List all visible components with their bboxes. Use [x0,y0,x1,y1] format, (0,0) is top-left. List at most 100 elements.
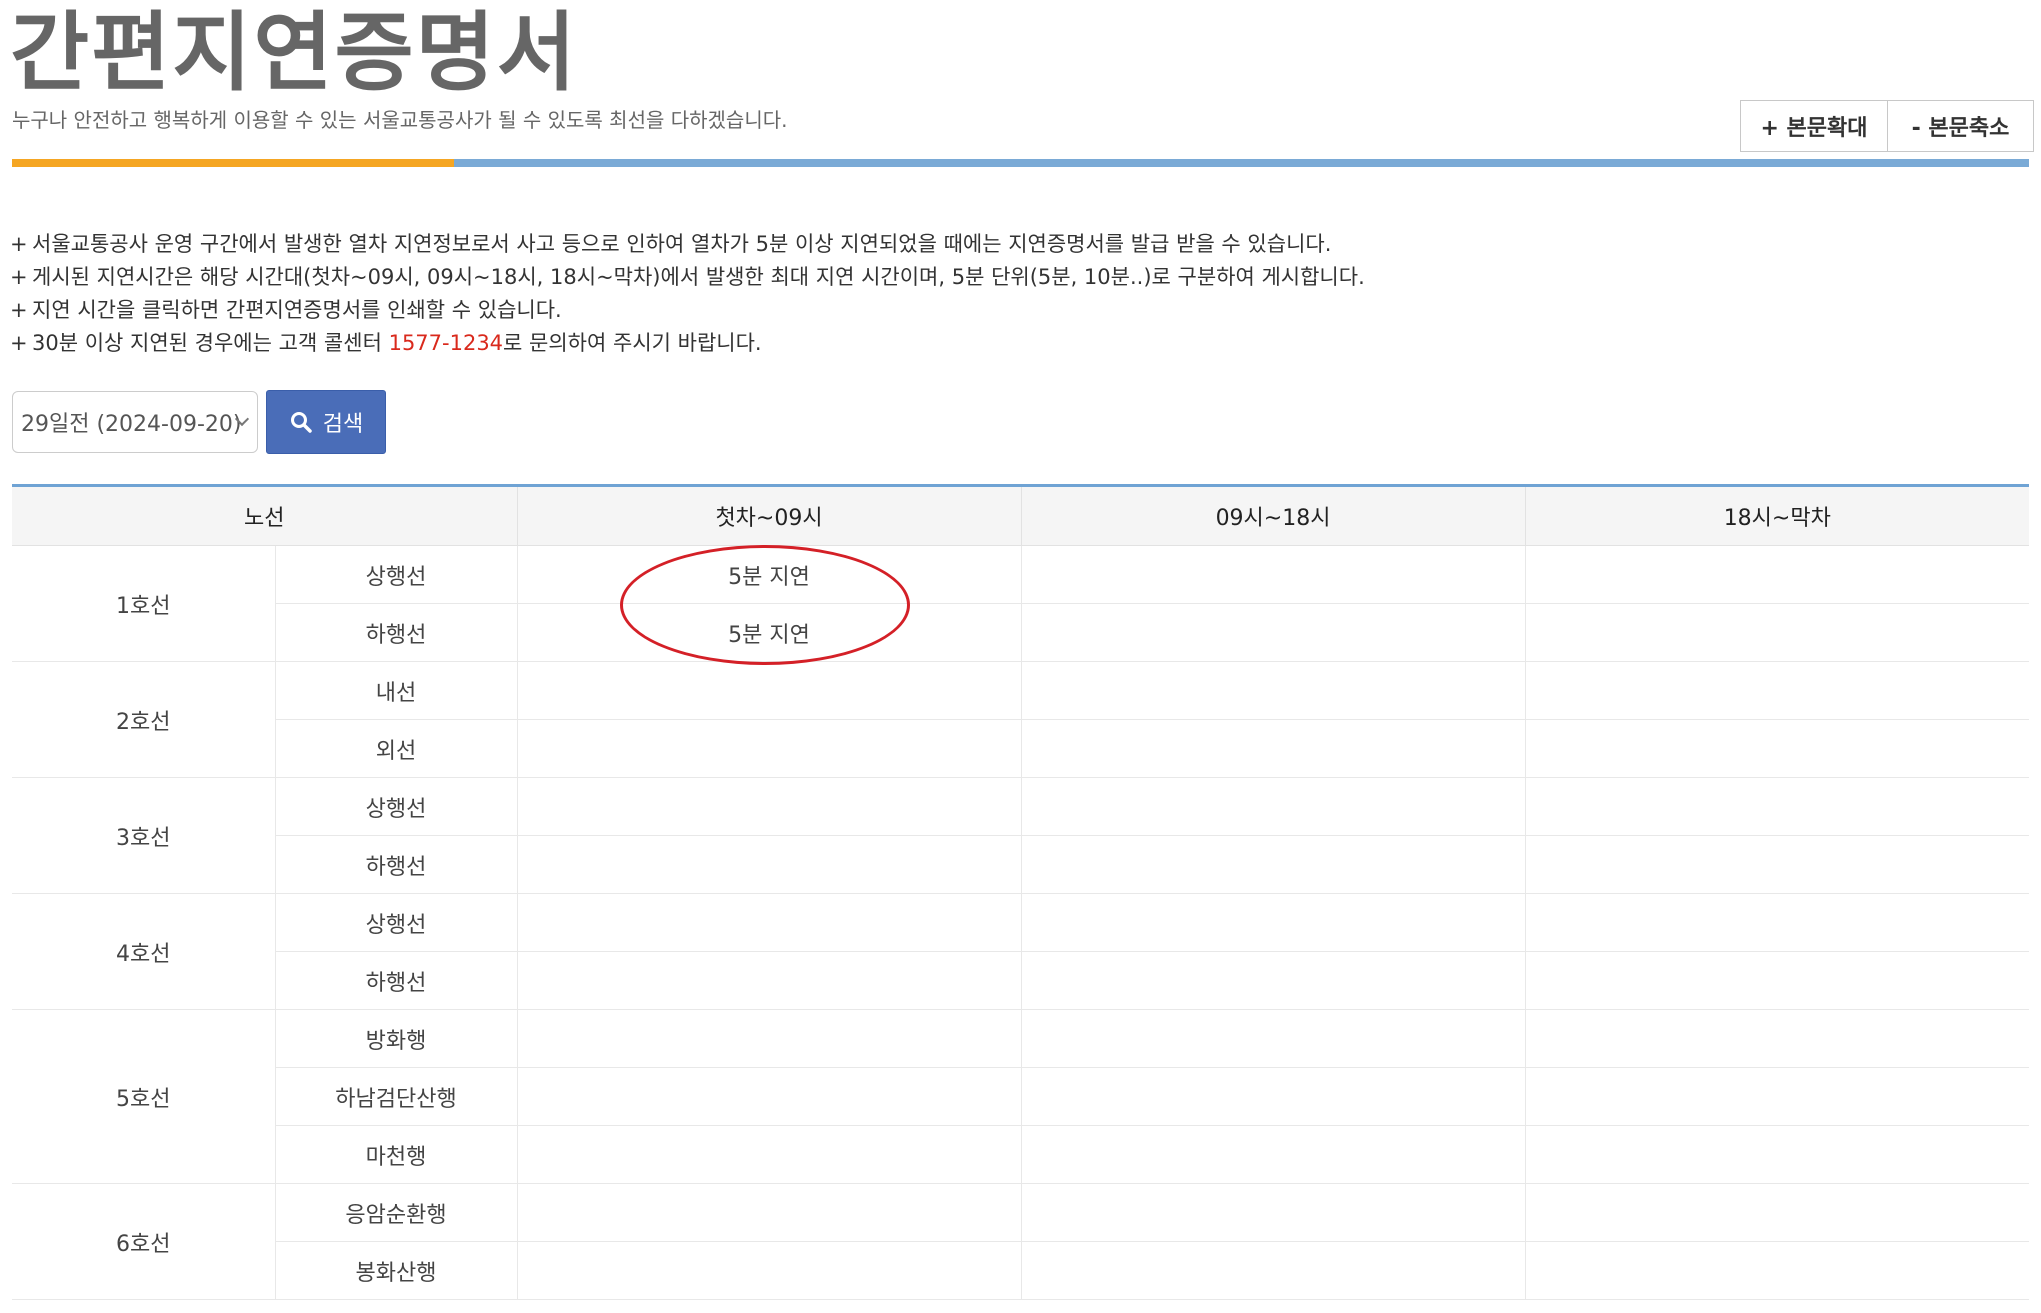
delay-cell [516,719,1022,778]
header-18-to-last: 18시~막차 [1524,485,2030,546]
line-cell: 4호선 [12,893,275,1010]
delay-cell [516,777,1022,836]
table-row: 3호선 상행선 [12,777,2030,894]
delay-cell [1020,1125,1526,1184]
delay-cell[interactable]: 5분 지연 [516,603,1022,662]
direction-cell: 응암순환행 [274,1183,518,1242]
direction-cell: 봉화산행 [274,1241,518,1300]
line-cell: 1호선 [12,545,275,662]
delay-cell [1524,719,2030,778]
direction-cell: 상행선 [274,777,518,836]
delay-cell [1524,951,2030,1010]
table-row: 하남검단산행 [12,1067,2030,1126]
delay-cell [1524,1067,2030,1126]
table-row: 마천행 [12,1125,2030,1184]
delay-cell [516,835,1022,894]
delay-cell [516,1067,1022,1126]
delay-cell [1020,1241,1526,1300]
table-row: 하행선 [12,835,2030,894]
table-row: 외선 [12,719,2030,778]
delay-cell [1020,951,1526,1010]
date-select[interactable]: 29일전 (2024-09-20) [12,391,258,453]
title-divider-blue [454,159,2029,167]
callcenter-phone: 1577-1234 [388,331,504,355]
delay-cell[interactable]: 5분 지연 [516,545,1022,604]
notice-text: 게시된 지연시간은 해당 시간대(첫차~09시, 09시~18시, 18시~막차… [32,265,1365,289]
shrink-text-button[interactable]: - 본문축소 [1887,101,2033,151]
delay-cell [516,1183,1022,1242]
notice-text: 로 문의하여 주시기 바랍니다. [503,331,762,355]
delay-cell [1524,777,2030,836]
direction-cell: 상행선 [274,545,518,604]
line-cell: 6호선 [12,1183,275,1300]
table-body: 1호선 상행선 5분 지연 하행선 5분 지연 2호선 내선 외선 3호선 상행선 하행선 4호선 상행… [12,545,2030,1300]
delay-cell [1524,1009,2030,1068]
delay-cell [516,1125,1022,1184]
delay-cell [1524,545,2030,604]
delay-cell [1020,835,1526,894]
delay-cell [1524,1241,2030,1300]
delay-cell [516,1241,1022,1300]
notice-bullet: + [10,298,28,322]
page-title: 간편지연증명서 [10,3,578,103]
notice-bullet: + [10,232,28,256]
table-row: 봉화산행 [12,1241,2030,1300]
delay-cell [1020,1067,1526,1126]
delay-cell [516,1009,1022,1068]
line-cell: 2호선 [12,661,275,778]
delay-cell [1020,777,1526,836]
direction-cell: 외선 [274,719,518,778]
notice-list: + 서울교통공사 운영 구간에서 발생한 열차 지연정보로서 사고 등으로 인하여… [10,228,1365,360]
delay-cell [1020,661,1526,720]
direction-cell: 상행선 [274,893,518,952]
delay-cell [1524,1183,2030,1242]
header-first-to-09: 첫차~09시 [516,485,1022,546]
line-cell: 5호선 [12,1009,275,1184]
direction-cell: 마천행 [274,1125,518,1184]
direction-cell: 하남검단산행 [274,1067,518,1126]
font-size-controls: + 본문확대 - 본문축소 [1740,100,2034,152]
table-row: 4호선 상행선 [12,893,2030,1010]
notice-bullet: + [10,331,28,355]
notice-item: +30분 이상 지연된 경우에는 고객 콜센터 1577-1234로 문의하여 … [10,327,1365,360]
table-row: 2호선 내선 [12,661,2030,778]
notice-text: 서울교통공사 운영 구간에서 발생한 열차 지연정보로서 사고 등으로 인하여 … [32,232,1332,256]
search-button[interactable]: 검색 [266,390,386,454]
search-row: 29일전 (2024-09-20) 검색 [12,390,386,454]
table-header-row: 노선 첫차~09시 09시~18시 18시~막차 [12,485,2030,546]
enlarge-text-button[interactable]: + 본문확대 [1741,101,1887,151]
delay-cell [1020,1009,1526,1068]
table-row: 1호선 상행선 5분 지연 [12,545,2030,662]
search-button-label: 검색 [322,412,364,437]
delay-cell [1020,603,1526,662]
table-row: 6호선 응암순환행 [12,1183,2030,1300]
delay-cell [1524,1125,2030,1184]
table-row: 하행선 5분 지연 [12,603,2030,662]
table-row: 하행선 [12,951,2030,1010]
date-select-value: 29일전 (2024-09-20) [21,412,242,437]
line-cell: 3호선 [12,777,275,894]
delay-cell [516,893,1022,952]
delay-cell [1524,835,2030,894]
search-icon [290,412,312,433]
direction-cell: 내선 [274,661,518,720]
notice-item: + 지연 시간을 클릭하면 간편지연증명서를 인쇄할 수 있습니다. [10,294,1365,327]
direction-cell: 하행선 [274,951,518,1010]
header-09-to-18: 09시~18시 [1020,485,1526,546]
notice-item: + 서울교통공사 운영 구간에서 발생한 열차 지연정보로서 사고 등으로 인하여… [10,228,1365,261]
delay-cell [1524,661,2030,720]
direction-cell: 방화행 [274,1009,518,1068]
delay-cell [1020,1183,1526,1242]
delay-cell [1020,893,1526,952]
direction-cell: 하행선 [274,603,518,662]
notice-item: + 게시된 지연시간은 해당 시간대(첫차~09시, 09시~18시, 18시~막… [10,261,1365,294]
notice-text: 지연 시간을 클릭하면 간편지연증명서를 인쇄할 수 있습니다. [32,298,562,322]
header-line: 노선 [12,485,518,546]
delay-cell [1020,719,1526,778]
delay-cell [1020,545,1526,604]
delay-cell [1524,603,2030,662]
title-divider-orange [12,159,454,167]
page: 간편지연증명서 누구나 안전하고 행복하게 이용할 수 있는 서울교통공사가 될… [0,0,2041,1313]
direction-cell: 하행선 [274,835,518,894]
delay-table: 노선 첫차~09시 09시~18시 18시~막차 1호선 상행선 5분 지연 하행선 5… [12,484,2030,1300]
